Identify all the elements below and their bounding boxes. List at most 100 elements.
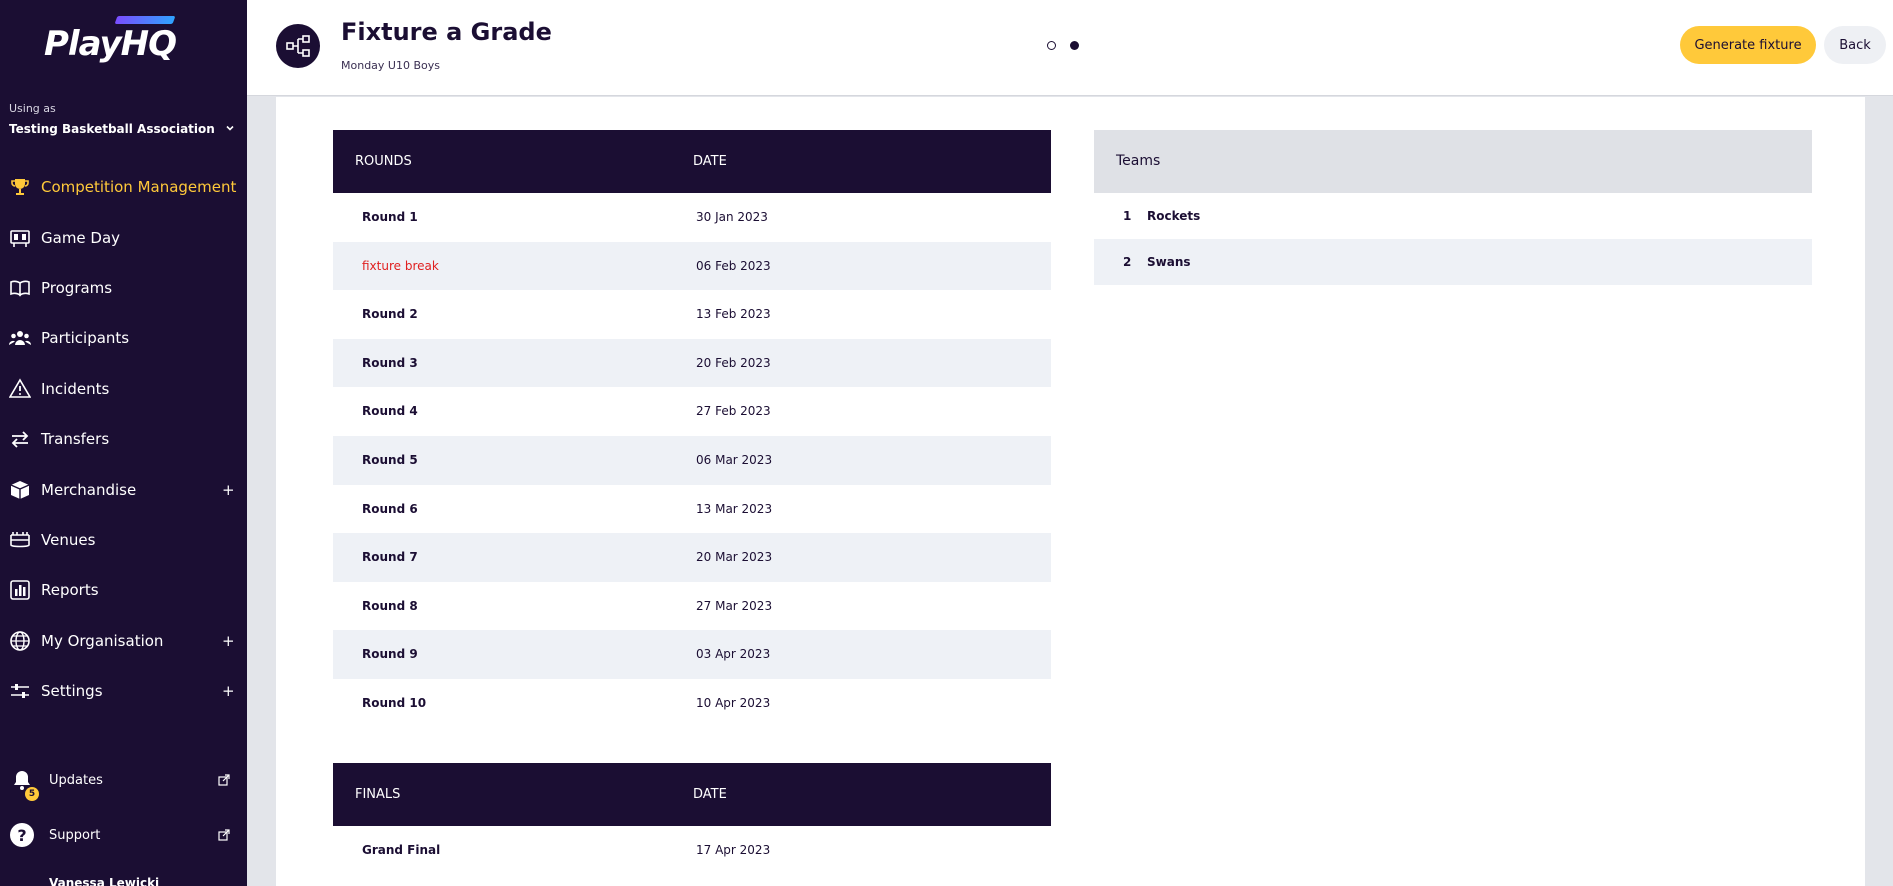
sidebar-item-my-organisation[interactable]: My Organisation + (0, 621, 247, 661)
stadium-icon (8, 528, 32, 552)
transfer-arrows-icon (8, 427, 32, 451)
team-number: 2 (1123, 255, 1132, 269)
rounds-table-header: ROUNDS DATE (333, 130, 1051, 193)
team-name: Rockets (1147, 209, 1201, 223)
sidebar-item-competition-management[interactable]: Competition Management (0, 167, 247, 207)
expand-icon[interactable]: + (222, 632, 235, 650)
chevron-down-icon[interactable] (224, 122, 236, 134)
round-name: Round 6 (362, 501, 418, 516)
table-row: Round 6 13 Mar 2023 (333, 485, 1051, 534)
support-link[interactable]: ? Support (0, 817, 247, 853)
sidebar-item-merchandise[interactable]: Merchandise + (0, 470, 247, 510)
help-icon: ? (8, 821, 36, 849)
nav-label: Programs (41, 279, 113, 297)
table-row: fixture break 06 Feb 2023 (333, 241, 1051, 291)
round-date: 06 Feb 2023 (696, 258, 771, 273)
generate-fixture-button[interactable]: Generate fixture (1680, 26, 1816, 64)
round-name: Round 9 (362, 647, 418, 662)
round-date: 30 Jan 2023 (696, 210, 768, 224)
teams-heading: Teams (1116, 153, 1161, 169)
expand-icon[interactable]: + (222, 682, 235, 700)
sidebar-item-incidents[interactable]: Incidents (0, 369, 247, 409)
table-row: Round 9 03 Apr 2023 (333, 630, 1051, 679)
teams-table-body: 1 Rockets 2 Swans (1094, 193, 1812, 285)
book-icon (8, 276, 32, 300)
column-header-finals: FINALS (355, 787, 401, 802)
logo-text: PlayHQ (44, 24, 177, 64)
nav-label: Competition Management (41, 178, 237, 196)
round-name: fixture break (362, 258, 439, 273)
table-row: Grand Final 17 Apr 2023 (333, 826, 1051, 875)
round-name: Round 2 (362, 307, 418, 322)
round-date: 20 Feb 2023 (696, 355, 771, 370)
svg-text:?: ? (17, 826, 26, 845)
sidebar-item-transfers[interactable]: Transfers (0, 419, 247, 459)
nav-label: Game Day (41, 229, 121, 247)
expand-icon[interactable]: + (222, 481, 235, 499)
scoreboard-icon (8, 226, 32, 250)
round-name: Round 4 (362, 404, 418, 419)
page-subtitle: Monday U10 Boys (341, 59, 440, 72)
back-button[interactable]: Back (1824, 26, 1886, 64)
sidebar-item-reports[interactable]: Reports (0, 570, 247, 610)
round-date: 03 Apr 2023 (696, 647, 771, 662)
fixture-icon (276, 24, 320, 68)
teams-table: Teams 1 Rockets 2 Swans (1094, 130, 1812, 285)
table-row: Round 10 10 Apr 2023 (333, 679, 1051, 728)
support-label: Support (49, 827, 101, 843)
nav-label: Venues (41, 531, 96, 549)
round-date: 27 Mar 2023 (696, 598, 773, 613)
teams-table-header: Teams (1094, 130, 1812, 193)
final-name: Grand Final (362, 843, 441, 857)
sidebar: PlayHQ Using as Testing Basketball Assoc… (0, 0, 247, 886)
bar-chart-icon (8, 578, 32, 602)
nav-label: Reports (41, 581, 99, 599)
org-switcher[interactable]: Testing Basketball Association (9, 122, 215, 136)
trophy-icon (8, 175, 32, 199)
playhq-logo[interactable]: PlayHQ (44, 14, 184, 76)
round-name: Round 10 (362, 695, 427, 710)
external-link-icon (218, 829, 230, 841)
external-link-icon (218, 774, 230, 786)
nav-label: Merchandise (41, 481, 137, 499)
final-date: 17 Apr 2023 (696, 843, 771, 857)
team-row: 2 Swans (1094, 239, 1812, 285)
round-date: 20 Mar 2023 (696, 550, 773, 565)
column-header-rounds: ROUNDS (355, 154, 412, 169)
step-indicator-1[interactable] (1047, 41, 1056, 50)
round-name: Round 1 (362, 210, 418, 224)
round-date: 13 Feb 2023 (696, 307, 771, 322)
logo-stripe (114, 16, 176, 24)
people-icon (8, 326, 32, 350)
round-name: Round 5 (362, 452, 418, 467)
table-row: Round 2 13 Feb 2023 (333, 290, 1051, 339)
step-indicator-2[interactable] (1070, 41, 1079, 50)
finals-table-header: FINALS DATE (333, 763, 1051, 826)
nav-label: Settings (41, 682, 103, 700)
table-row: Round 7 20 Mar 2023 (333, 533, 1051, 582)
sidebar-item-programs[interactable]: Programs (0, 268, 247, 308)
nav-label: Participants (41, 329, 130, 347)
main-content: ROUNDS DATE Round 1 30 Jan 2023 fixture b… (276, 97, 1865, 886)
updates-badge: 5 (25, 787, 39, 801)
globe-icon (8, 629, 32, 653)
round-date: 06 Mar 2023 (696, 452, 773, 467)
sidebar-item-settings[interactable]: Settings + (0, 671, 247, 711)
nav-label: Transfers (41, 430, 110, 448)
finals-table: FINALS DATE Grand Final 17 Apr 2023 (333, 763, 1051, 875)
warning-icon (8, 377, 32, 401)
column-header-date: DATE (693, 787, 727, 802)
sidebar-item-game-day[interactable]: Game Day (0, 218, 247, 258)
round-date: 27 Feb 2023 (696, 404, 771, 419)
sliders-icon (8, 679, 32, 703)
sidebar-item-participants[interactable]: Participants (0, 318, 247, 358)
column-header-date: DATE (693, 154, 727, 169)
finals-table-body: Grand Final 17 Apr 2023 (333, 826, 1051, 875)
table-row: Round 1 30 Jan 2023 (333, 193, 1051, 242)
page-header: Fixture a Grade Monday U10 Boys Generate… (247, 0, 1893, 96)
rounds-table-body: Round 1 30 Jan 2023 fixture break 06 Feb 2… (333, 193, 1051, 728)
updates-label: Updates (49, 772, 103, 788)
user-name[interactable]: Vanessa Lewicki (49, 876, 159, 886)
box-icon (8, 478, 32, 502)
sidebar-item-venues[interactable]: Venues (0, 520, 247, 560)
